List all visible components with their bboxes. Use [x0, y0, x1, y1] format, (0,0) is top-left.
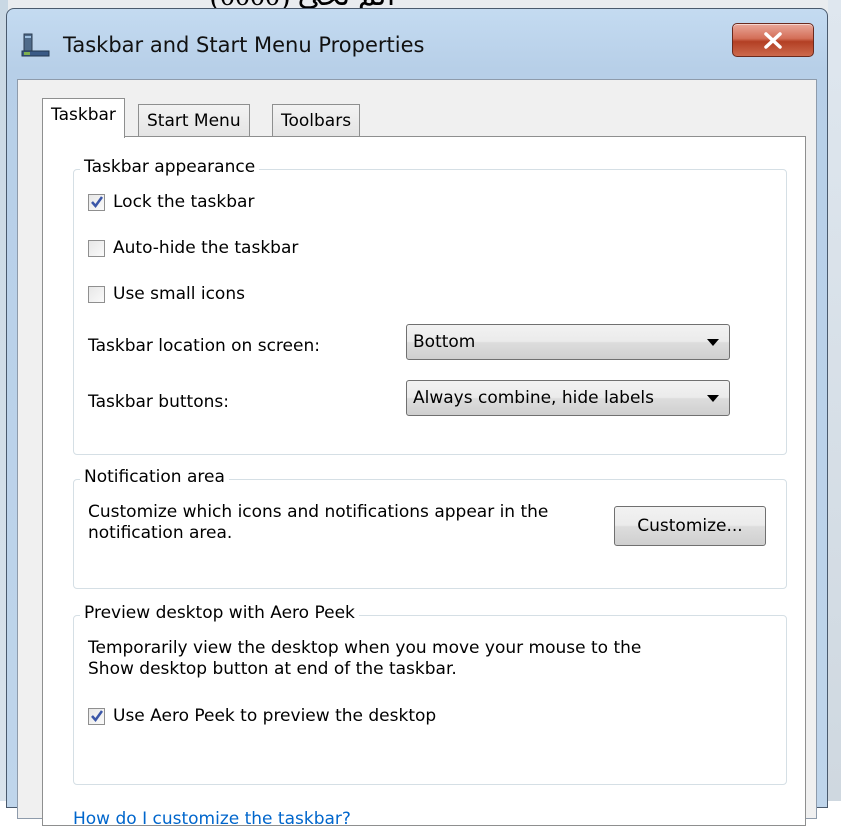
aero-peek-row[interactable]: Use Aero Peek to preview the desktop: [88, 706, 436, 726]
autohide-taskbar-label: Auto-hide the taskbar: [113, 238, 299, 258]
notification-area-description: Customize which icons and notifications …: [88, 502, 549, 543]
autohide-taskbar-row[interactable]: Auto-hide the taskbar: [88, 238, 298, 258]
small-icons-checkbox[interactable]: [88, 285, 105, 303]
chevron-down-icon: [707, 339, 719, 346]
aero-peek-checkbox[interactable]: [88, 707, 105, 725]
tab-toolbars[interactable]: Toolbars: [272, 104, 361, 138]
taskbar-tab-panel: Taskbar appearance Lock the taskbar Auto…: [42, 136, 806, 829]
chevron-down-icon: [707, 395, 719, 402]
taskbar-appearance-group: Taskbar appearance Lock the taskbar Auto…: [73, 157, 787, 455]
taskbar-properties-icon: [21, 33, 50, 57]
taskbar-location-value: Bottom: [413, 332, 476, 352]
autohide-taskbar-checkbox[interactable]: [88, 239, 105, 257]
lock-taskbar-checkbox[interactable]: [88, 193, 105, 211]
taskbar-properties-dialog: Taskbar and Start Menu Properties Taskba…: [6, 8, 828, 829]
window-title: Taskbar and Start Menu Properties: [63, 33, 425, 57]
background-right-edge: [828, 0, 841, 801]
taskbar-buttons-label: Taskbar buttons:: [88, 392, 229, 412]
taskbar-buttons-value: Always combine, hide labels: [413, 388, 654, 408]
notification-area-heading: Notification area: [80, 467, 229, 487]
checkmark-icon: [91, 195, 104, 208]
tab-start-menu[interactable]: Start Menu: [138, 104, 250, 138]
lock-taskbar-row[interactable]: Lock the taskbar: [88, 192, 254, 212]
taskbar-buttons-select[interactable]: Always combine, hide labels: [406, 380, 730, 416]
aero-peek-heading: Preview desktop with Aero Peek: [80, 603, 359, 623]
close-button[interactable]: [732, 23, 814, 57]
taskbar-appearance-heading: Taskbar appearance: [80, 157, 260, 177]
small-icons-label: Use small icons: [113, 284, 245, 304]
aero-peek-label: Use Aero Peek to preview the desktop: [113, 706, 437, 726]
dialog-client-area: Taskbar Start Menu Toolbars Taskbar appe…: [17, 79, 817, 829]
taskbar-location-label: Taskbar location on screen:: [88, 336, 320, 356]
aero-peek-description: Temporarily view the desktop when you mo…: [88, 638, 642, 679]
customize-button[interactable]: Customize...: [614, 506, 766, 546]
taskbar-location-select[interactable]: Bottom: [406, 324, 730, 360]
notification-area-group: Notification area Customize which icons …: [73, 467, 787, 589]
tab-taskbar[interactable]: Taskbar: [42, 98, 125, 138]
aero-peek-group: Preview desktop with Aero Peek Temporari…: [73, 603, 787, 785]
close-icon: [764, 32, 782, 49]
help-link[interactable]: How do I customize the taskbar?: [73, 809, 351, 829]
checkmark-icon: [91, 709, 104, 722]
small-icons-row[interactable]: Use small icons: [88, 284, 245, 304]
lock-taskbar-label: Lock the taskbar: [113, 192, 255, 212]
